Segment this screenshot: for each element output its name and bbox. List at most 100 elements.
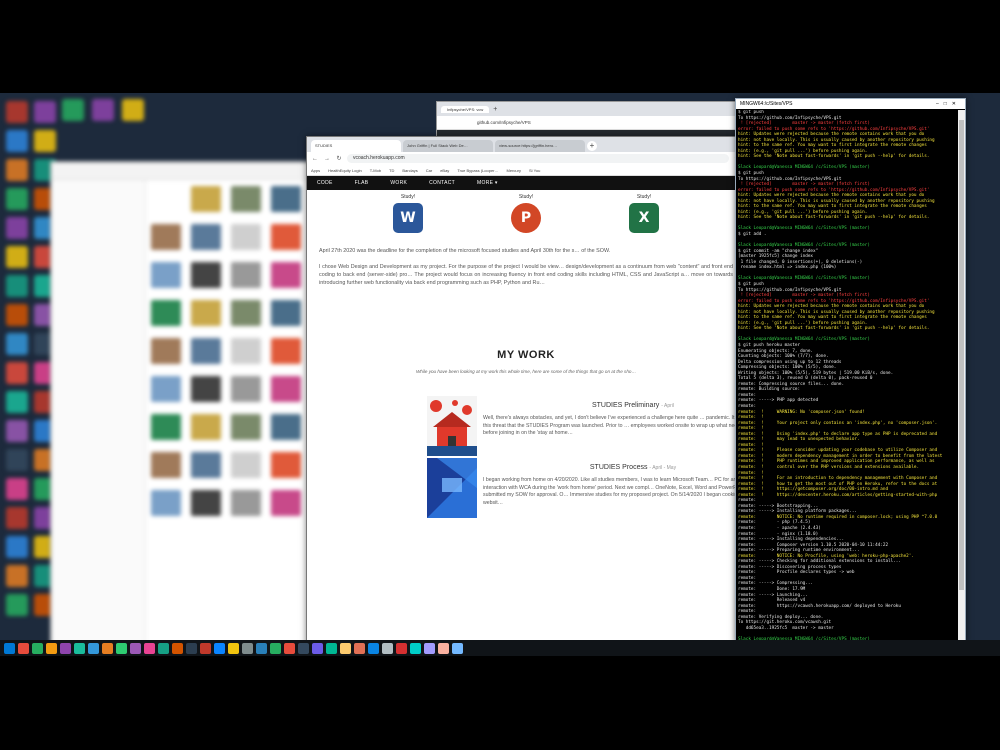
desktop-shortcut-icon[interactable]: [6, 333, 28, 355]
desktop-shortcut-icon[interactable]: [92, 99, 114, 121]
file-thumbnail[interactable]: [191, 452, 221, 478]
file-thumbnail[interactable]: [231, 300, 261, 326]
desktop-shortcut-icon[interactable]: [6, 159, 28, 181]
file-explorer-window[interactable]: [50, 161, 341, 656]
desktop-shortcut-icon[interactable]: [6, 391, 28, 413]
taskbar-app-icon[interactable]: [312, 642, 323, 654]
file-thumbnail[interactable]: [151, 300, 181, 326]
file-thumbnail[interactable]: [231, 414, 261, 440]
taskbar-app-icon[interactable]: [340, 642, 351, 654]
taskbar-app-icon[interactable]: [74, 642, 85, 654]
file-thumbnail[interactable]: [231, 376, 261, 402]
desktop-shortcut-icon[interactable]: [34, 101, 56, 123]
bookmark-item[interactable]: True Bypass (Looper…: [457, 168, 498, 173]
reload-icon[interactable]: ↻: [335, 155, 343, 162]
new-tab-button[interactable]: +: [587, 141, 597, 151]
taskbar-app-icon[interactable]: [298, 642, 309, 654]
terminal-titlebar[interactable]: MINGW64:/c/Sites/VPS –□✕: [736, 99, 965, 109]
taskbar-app-icon[interactable]: [256, 642, 267, 654]
taskbar-app-icon[interactable]: [46, 642, 57, 654]
desktop-shortcut-icon[interactable]: [62, 99, 84, 121]
desktop-shortcut-icon[interactable]: [6, 304, 28, 326]
taskbar-app-icon[interactable]: [410, 642, 421, 654]
taskbar-app-icon[interactable]: [438, 642, 449, 654]
taskbar-app-icon[interactable]: [270, 642, 281, 654]
file-thumbnail[interactable]: [231, 490, 261, 516]
post-preliminary[interactable]: STUDIES Preliminary - April Well, there'…: [319, 396, 745, 456]
bookmark-item[interactable]: Barclays: [402, 168, 417, 173]
file-thumbnail[interactable]: [191, 490, 221, 516]
explorer-ribbon[interactable]: [51, 162, 319, 180]
git-bash-terminal[interactable]: MINGW64:/c/Sites/VPS –□✕ $ git push To ht…: [735, 98, 966, 643]
file-thumbnail[interactable]: [191, 376, 221, 402]
file-thumbnail[interactable]: [151, 376, 181, 402]
file-thumbnail[interactable]: [151, 490, 181, 516]
taskbar-app-icon[interactable]: [326, 642, 337, 654]
taskbar-app-icon[interactable]: [424, 642, 435, 654]
bookmark-item[interactable]: Si You: [529, 168, 540, 173]
nav-code[interactable]: CODE: [317, 180, 333, 186]
taskbar-app-icon[interactable]: [18, 642, 29, 654]
taskbar-app-icon[interactable]: [228, 642, 239, 654]
bookmark-item[interactable]: HealthEquity Login: [328, 168, 362, 173]
file-thumbnail[interactable]: [191, 186, 221, 212]
taskbar-app-icon[interactable]: [368, 642, 379, 654]
nav-flab[interactable]: FLAB: [355, 180, 369, 186]
desktop-shortcut-icon[interactable]: [6, 362, 28, 384]
file-thumbnail[interactable]: [151, 262, 181, 288]
taskbar-app-icon[interactable]: [452, 642, 463, 654]
address-bar[interactable]: vcoach.herokuapp.com: [347, 154, 729, 163]
file-thumbnail[interactable]: [191, 414, 221, 440]
desktop-shortcut-icon[interactable]: [34, 130, 56, 152]
desktop-shortcut-icon[interactable]: [6, 188, 28, 210]
bookmark-item[interactable]: T-Mob: [370, 168, 381, 173]
taskbar-app-icon[interactable]: [116, 642, 127, 654]
new-tab-button[interactable]: +: [493, 106, 497, 113]
taskbar-app-icon[interactable]: [4, 642, 15, 654]
file-thumbnail[interactable]: [151, 414, 181, 440]
bookmark-item[interactable]: Mercury: [507, 168, 521, 173]
tab-portfolio[interactable]: John Griffin | Full Stack Web De…: [403, 140, 493, 152]
file-thumbnail[interactable]: [271, 338, 301, 364]
desktop-shortcut-icon[interactable]: [6, 275, 28, 297]
file-thumbnail[interactable]: [151, 452, 181, 478]
file-thumbnail[interactable]: [271, 490, 301, 516]
taskbar-app-icon[interactable]: [144, 642, 155, 654]
file-thumbnail[interactable]: [271, 186, 301, 212]
desktop-shortcut-icon[interactable]: [6, 565, 28, 587]
file-thumbnail[interactable]: [151, 224, 181, 250]
file-thumbnail[interactable]: [191, 224, 221, 250]
desktop-shortcut-icon[interactable]: [6, 594, 28, 616]
desktop-shortcut-icon[interactable]: [6, 420, 28, 442]
bookmark-item[interactable]: Car: [426, 168, 432, 173]
file-thumbnail[interactable]: [191, 262, 221, 288]
taskbar-app-icon[interactable]: [158, 642, 169, 654]
file-thumbnail[interactable]: [271, 376, 301, 402]
file-thumbnail[interactable]: [271, 414, 301, 440]
tab-view-source[interactable]: view-source:https://jgriffin.hero…: [495, 140, 585, 152]
file-thumbnail[interactable]: [231, 338, 261, 364]
bookmark-item[interactable]: Apps: [311, 168, 320, 173]
file-thumbnail[interactable]: [271, 262, 301, 288]
window-controls[interactable]: –□✕: [936, 101, 961, 107]
taskbar-app-icon[interactable]: [382, 642, 393, 654]
nav-more[interactable]: MORE ▾: [477, 180, 498, 186]
github-url[interactable]: github.com/Infipsyche/VPS: [477, 120, 531, 125]
file-thumbnail[interactable]: [151, 338, 181, 364]
desktop-shortcut-icon[interactable]: [6, 478, 28, 500]
desktop-shortcut-icon[interactable]: [6, 101, 28, 123]
desktop-shortcut-icon[interactable]: [6, 246, 28, 268]
terminal-scrollbar[interactable]: [958, 110, 965, 642]
desktop-shortcut-icon[interactable]: [6, 217, 28, 239]
github-tab[interactable]: Infipsyche/VPS: vcw: [441, 105, 490, 113]
desktop-shortcut-icon[interactable]: [122, 99, 144, 121]
desktop-shortcut-icon[interactable]: [6, 449, 28, 471]
file-thumbnail[interactable]: [231, 186, 261, 212]
chrome-browser-window[interactable]: STUDIES John Griffin | Full Stack Web De…: [306, 136, 746, 656]
file-thumbnail[interactable]: [271, 224, 301, 250]
taskbar-app-icon[interactable]: [60, 642, 71, 654]
back-icon[interactable]: ←: [311, 156, 319, 162]
file-thumbnail[interactable]: [231, 452, 261, 478]
file-thumbnail[interactable]: [271, 452, 301, 478]
desktop-shortcut-icon[interactable]: [6, 130, 28, 152]
